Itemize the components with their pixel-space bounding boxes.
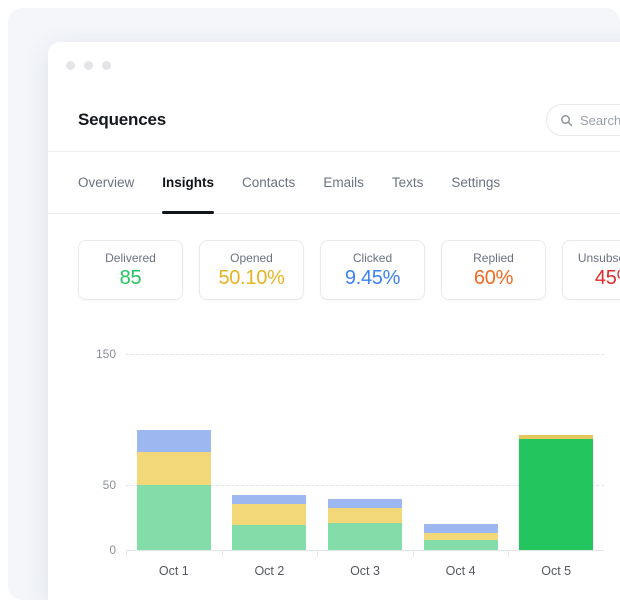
stat-card-unsubscribed[interactable]: Unsubscribed 45% (562, 240, 620, 300)
chart-x-tick-mark (508, 550, 509, 557)
stat-value: 85 (120, 267, 142, 290)
tab-bar: Overview Insights Contacts Emails Texts … (48, 152, 620, 214)
chart-bar-segment (232, 504, 306, 525)
page-root: Sequences Search Overview Insights Conta… (0, 0, 620, 600)
chart-x-tick-label: Oct 1 (159, 564, 189, 578)
page-title: Sequences (78, 110, 166, 130)
chart-bar-segment (424, 524, 498, 533)
stat-card-delivered[interactable]: Delivered 85 (78, 240, 183, 300)
chart-x-tick-label: Oct 2 (254, 564, 284, 578)
chart-x-tick-mark (413, 550, 414, 557)
stat-value: 9.45% (345, 267, 400, 290)
search-placeholder: Search (580, 113, 620, 128)
chart-plot-area: 050150Oct 1Oct 2Oct 3Oct 4Oct 5 (126, 354, 604, 550)
stat-label: Delivered (105, 251, 156, 265)
chart-x-tick-mark (317, 550, 318, 557)
stat-card-row: Delivered 85 Opened 50.10% Clicked 9.45%… (78, 240, 620, 300)
chart-bar-segment (232, 495, 306, 504)
window-dot-close[interactable] (66, 61, 75, 70)
chart-x-tick-label: Oct 3 (350, 564, 380, 578)
chart-bar-segment (232, 525, 306, 550)
chart-bar[interactable] (519, 435, 593, 550)
chart-bar[interactable] (424, 524, 498, 550)
chart-bar-segment (328, 508, 402, 522)
page-header: Sequences Search (48, 88, 620, 152)
chart-bar-segment (424, 540, 498, 550)
chart-x-tick-mark (222, 550, 223, 557)
stat-label: Unsubscribed (578, 251, 620, 265)
chart-bar-segment (137, 430, 211, 452)
chart-bar[interactable] (232, 495, 306, 550)
chart-bar-segment (137, 452, 211, 485)
chart-x-tick-mark (126, 550, 127, 557)
app-window: Sequences Search Overview Insights Conta… (48, 42, 620, 600)
chart-y-tick-label: 0 (109, 543, 116, 557)
window-dot-minimize[interactable] (84, 61, 93, 70)
tab-emails[interactable]: Emails (323, 152, 364, 214)
stat-label: Replied (473, 251, 514, 265)
search-input[interactable]: Search (546, 104, 620, 136)
insights-chart: 050150Oct 1Oct 2Oct 3Oct 4Oct 5 Delivere… (78, 342, 620, 600)
chart-axis-baseline (126, 550, 604, 551)
stat-card-clicked[interactable]: Clicked 9.45% (320, 240, 425, 300)
chart-bar[interactable] (328, 499, 402, 550)
tab-settings[interactable]: Settings (451, 152, 500, 214)
chart-bar-segment (137, 485, 211, 550)
tab-overview[interactable]: Overview (78, 152, 134, 214)
chart-x-tick-label: Oct 4 (446, 564, 476, 578)
window-dot-maximize[interactable] (102, 61, 111, 70)
chart-y-tick-label: 150 (96, 347, 116, 361)
stat-value: 50.10% (218, 267, 284, 290)
stat-value: 60% (474, 267, 513, 290)
chart-x-tick-label: Oct 5 (541, 564, 571, 578)
window-titlebar (48, 42, 620, 88)
stat-label: Opened (230, 251, 273, 265)
tab-contacts[interactable]: Contacts (242, 152, 295, 214)
chart-gridline (126, 354, 604, 355)
chart-bar-segment (328, 499, 402, 508)
tab-texts[interactable]: Texts (392, 152, 424, 214)
stat-card-replied[interactable]: Replied 60% (441, 240, 546, 300)
stat-value: 45% (595, 267, 620, 290)
chart-bar-segment (519, 439, 593, 550)
stat-card-opened[interactable]: Opened 50.10% (199, 240, 304, 300)
search-icon (560, 114, 573, 127)
tab-insights[interactable]: Insights (162, 152, 214, 214)
stat-label: Clicked (353, 251, 392, 265)
chart-bar-segment (328, 523, 402, 550)
chart-bar[interactable] (137, 430, 211, 550)
chart-y-tick-label: 50 (103, 478, 116, 492)
